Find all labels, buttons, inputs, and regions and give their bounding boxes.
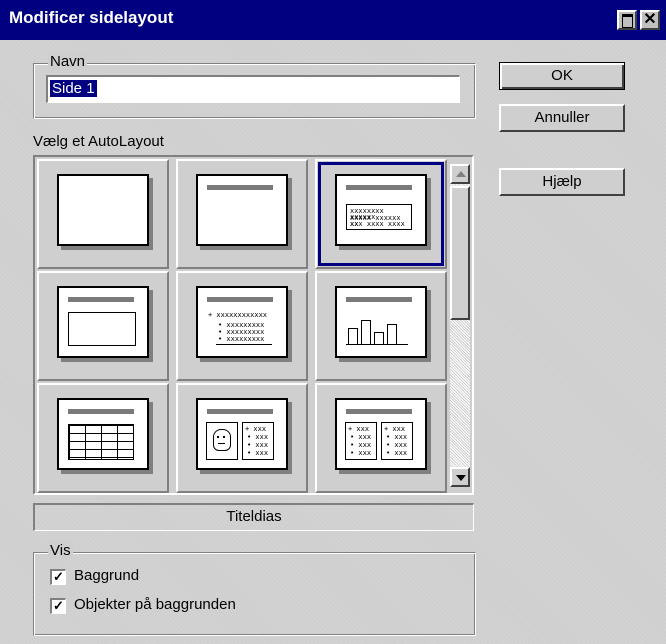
title-only-layout-icon bbox=[196, 174, 288, 246]
title-slide-layout-icon: xxxxxxxx xxxxxx xxxxx xxxxxx xx xxx xxxx… bbox=[335, 174, 427, 246]
background-checkbox[interactable]: ✓ bbox=[50, 569, 66, 585]
ok-button[interactable]: OK bbox=[499, 62, 625, 90]
blank-layout-icon bbox=[57, 174, 149, 246]
scroll-thumb[interactable] bbox=[450, 186, 470, 320]
title-bar[interactable]: Modificer sidelayout ✕ bbox=[0, 0, 666, 40]
maximize-button[interactable] bbox=[617, 10, 637, 30]
layout-tile-two-columns[interactable]: + xxx • xxx • xxx • xxx + xxx • xxx • xx… bbox=[315, 383, 447, 493]
gallery-scrollbar[interactable] bbox=[450, 164, 470, 487]
scroll-down-button[interactable] bbox=[450, 467, 470, 487]
autolayout-gallery[interactable]: xxxxxxxx xxxxxx xxxxx xxxxxx xx xxx xxxx… bbox=[33, 155, 474, 495]
name-field[interactable]: Side 1 bbox=[46, 75, 460, 103]
title-content-layout-icon bbox=[57, 286, 149, 358]
scroll-up-button[interactable] bbox=[450, 164, 470, 184]
title-table-layout-icon bbox=[57, 398, 149, 470]
view-group bbox=[33, 552, 476, 636]
arrow-down-icon bbox=[456, 475, 466, 481]
title-two-columns-layout-icon: + xxx • xxx • xxx • xxx + xxx • xxx • xx… bbox=[335, 398, 427, 470]
layout-tile-blank[interactable] bbox=[37, 159, 169, 269]
background-objects-checkbox[interactable]: ✓ bbox=[50, 598, 66, 614]
layout-tile-title-slide[interactable]: xxxxxxxx xxxxxx xxxxx xxxxxx xx xxx xxxx… bbox=[315, 159, 447, 269]
layout-tile-title-content[interactable] bbox=[37, 271, 169, 381]
title-chart-layout-icon bbox=[335, 286, 427, 358]
layout-tile-title-only[interactable] bbox=[176, 159, 308, 269]
layout-tile-title-chart[interactable] bbox=[315, 271, 447, 381]
cancel-button[interactable]: Annuller bbox=[499, 104, 625, 132]
title-bullets-layout-icon: + xxxxxxxxxxxx • xxxxxxxxx • xxxxxxxxx •… bbox=[196, 286, 288, 358]
dialog-title: Modificer sidelayout bbox=[9, 8, 174, 27]
title-clipart-bullets-layout-icon: + xxx • xxx • xxx • xxx bbox=[196, 398, 288, 470]
background-objects-checkbox-label[interactable]: Objekter på baggrunden bbox=[74, 596, 236, 613]
layout-tile-clipart-bullets[interactable]: + xxx • xxx • xxx • xxx bbox=[176, 383, 308, 493]
name-group-legend: Navn bbox=[48, 53, 88, 70]
arrow-up-icon bbox=[456, 171, 466, 177]
layout-tile-title-bullets[interactable]: + xxxxxxxxxxxx • xxxxxxxxx • xxxxxxxxx •… bbox=[176, 271, 308, 381]
background-checkbox-label[interactable]: Baggrund bbox=[74, 567, 139, 584]
view-group-legend: Vis bbox=[48, 542, 73, 559]
close-button[interactable]: ✕ bbox=[640, 10, 660, 30]
dialog-window: Modificer sidelayout ✕ Navn Side 1 OK An… bbox=[0, 0, 666, 644]
layout-tile-title-table[interactable] bbox=[37, 383, 169, 493]
autolayout-label: Vælg et AutoLayout bbox=[33, 133, 164, 150]
name-field-value: Side 1 bbox=[50, 80, 97, 97]
selected-layout-caption: Titeldias bbox=[33, 503, 474, 531]
help-button[interactable]: Hjælp bbox=[499, 168, 625, 196]
